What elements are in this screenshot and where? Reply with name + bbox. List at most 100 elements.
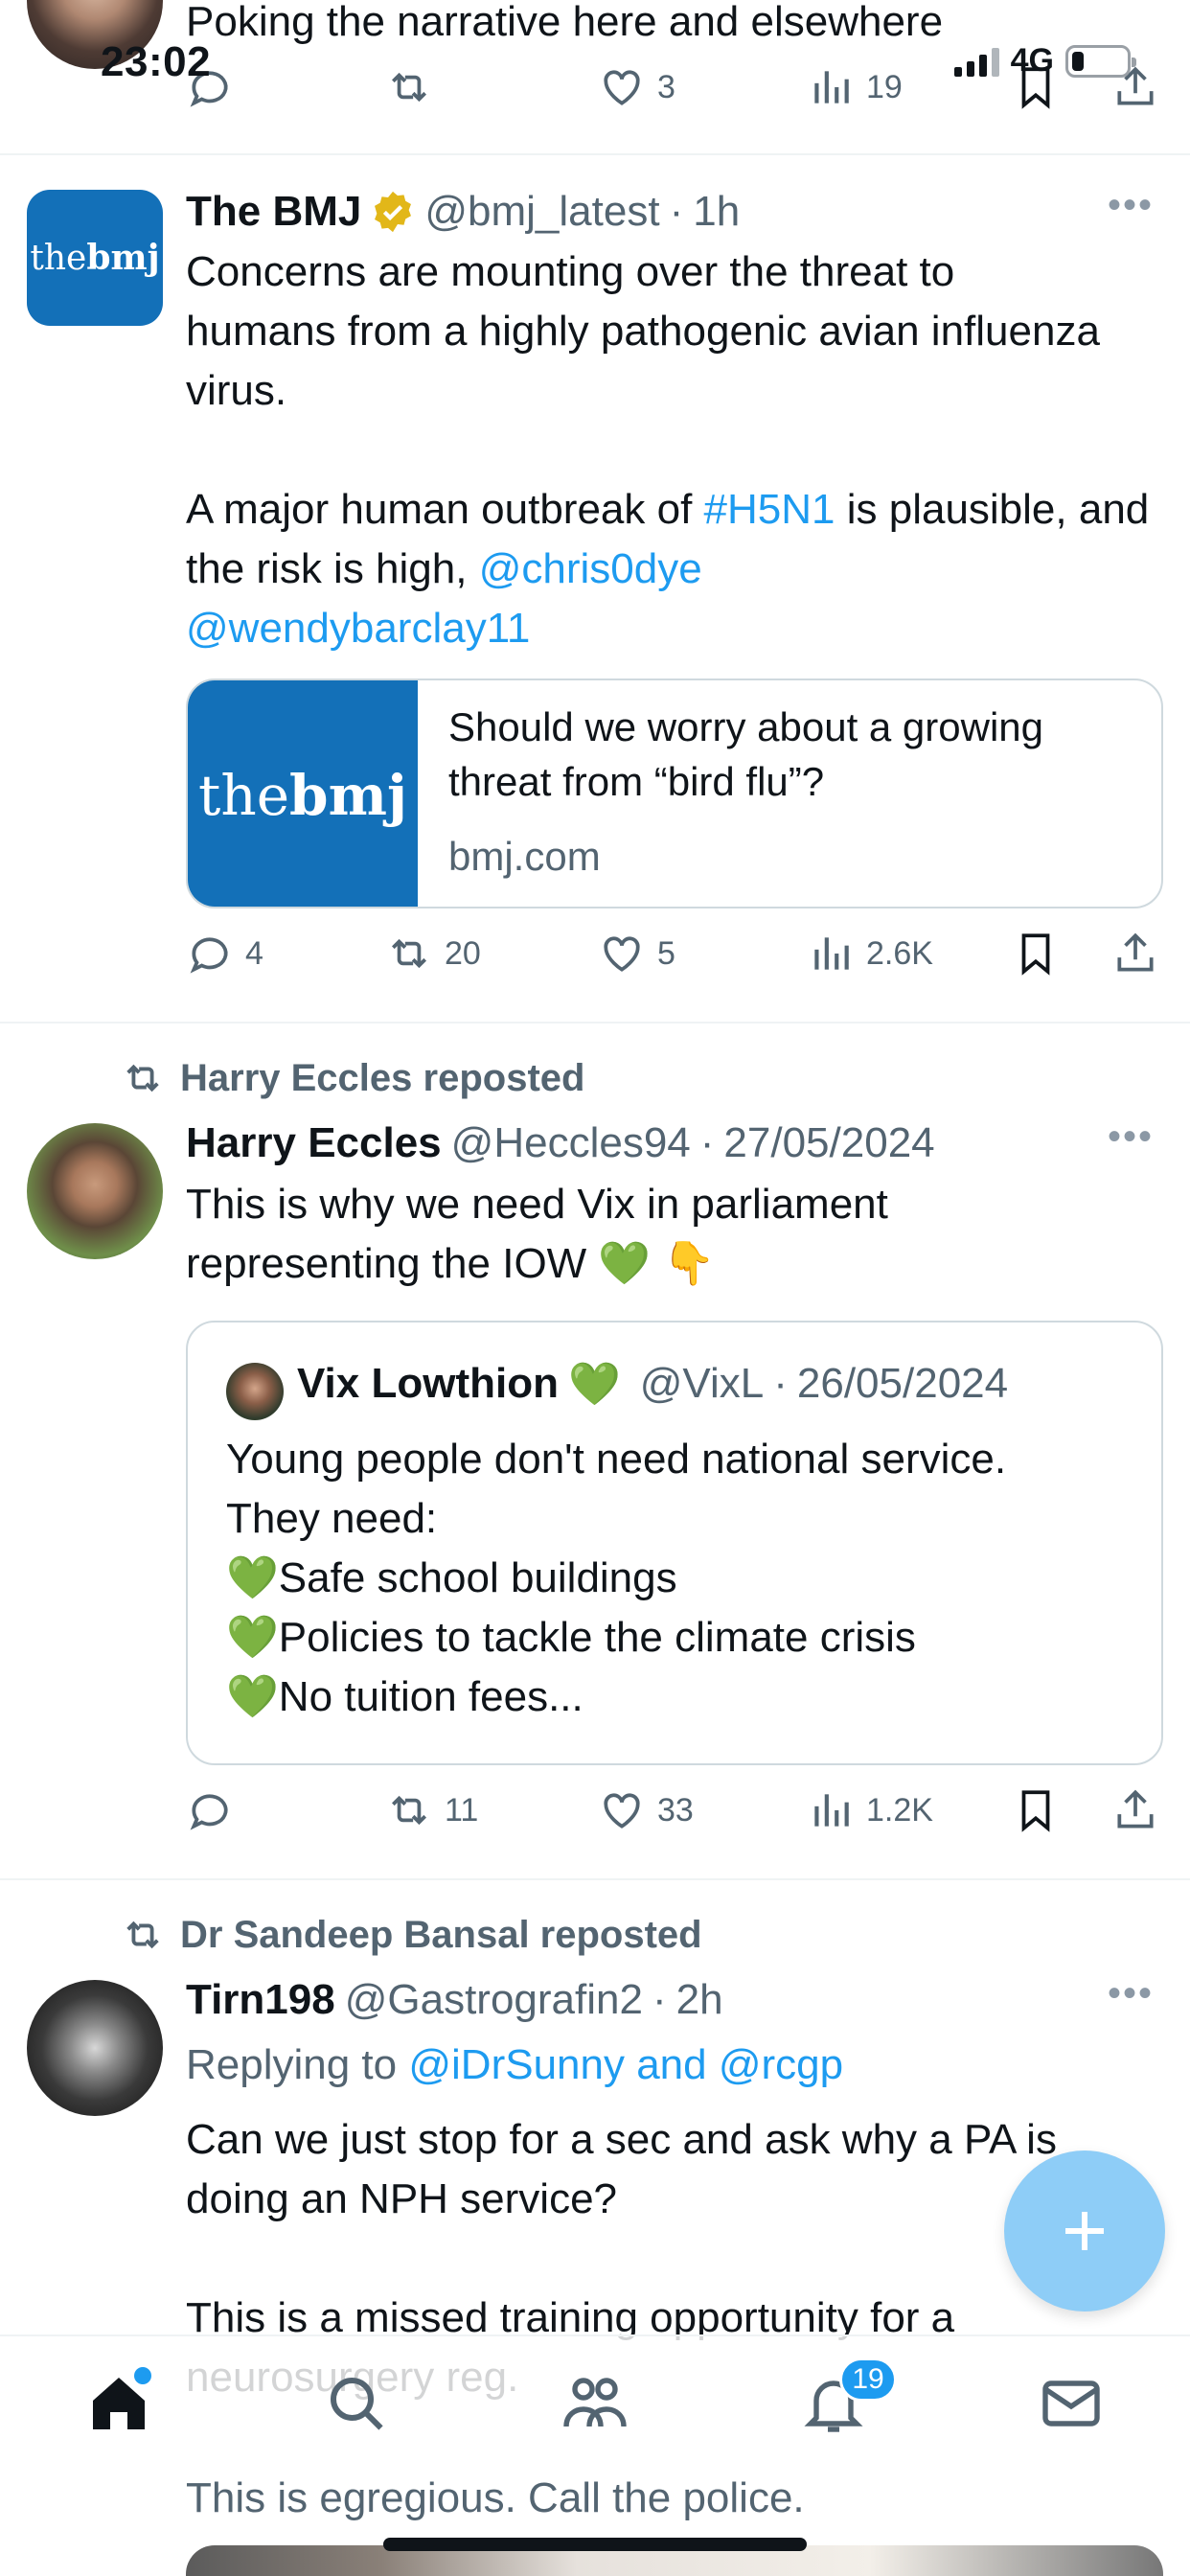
bookmark-icon	[1021, 933, 1050, 976]
quoted-time: 26/05/2024	[796, 1360, 1009, 1407]
heart-icon	[604, 936, 640, 972]
repost-label[interactable]: Harry Eccles reposted	[180, 1057, 584, 1100]
retweet-button[interactable]: 11	[385, 1786, 478, 1834]
battery-icon	[1065, 44, 1136, 78]
nav-home[interactable]	[84, 2367, 153, 2438]
reply-button[interactable]	[186, 1786, 234, 1834]
author-handle[interactable]: @Gastrografin2	[345, 1976, 643, 2024]
pointing-down-emoji: 👇	[662, 1240, 716, 1287]
retweet-count: 11	[445, 1791, 479, 1828]
tweet-time[interactable]: 1h	[693, 188, 740, 236]
bookmark-icon	[1021, 1790, 1050, 1832]
card-logo-bmj: bmj	[289, 763, 407, 828]
more-options-icon[interactable]: •••	[1108, 1972, 1154, 2015]
tweet-paragraph: A major human outbreak of #H5N1 is plaus…	[186, 480, 1163, 658]
quoted-avatar	[226, 1363, 284, 1420]
dot-separator: ·	[699, 1119, 715, 1166]
replying-to: Replying to @iDrSunny and @rcgp	[186, 2036, 843, 2095]
green-heart-emoji: 💚	[567, 1361, 621, 1408]
status-time: 23:02	[101, 38, 212, 85]
heart-icon	[604, 70, 640, 105]
list-item-text: Safe school buildings	[278, 1554, 677, 1601]
share-icon	[1117, 1789, 1154, 1828]
reply-count: 4	[245, 934, 263, 972]
quoted-list-item: 💚No tuition fees...	[226, 1668, 1146, 1727]
more-options-icon[interactable]: •••	[1108, 184, 1154, 227]
view-count: 2.6K	[866, 934, 933, 972]
card-logo-the: the	[198, 763, 290, 828]
tweet-header: Tirn198 @Gastrografin2 · 2h	[186, 1968, 723, 2032]
like-button[interactable]: 3	[598, 63, 675, 111]
new-posts-dot	[134, 2367, 151, 2384]
quoted-tweet[interactable]: Vix Lowthion 💚 @VixL · 26/05/2024 Young …	[186, 1321, 1163, 1765]
tweet-paragraph: Concerns are mounting over the threat to…	[186, 248, 1100, 414]
dot-separator: ·	[773, 1360, 788, 1407]
bottom-nav	[0, 2334, 1190, 2469]
nav-messages[interactable]	[1037, 2369, 1106, 2438]
views-button[interactable]: 19	[807, 63, 903, 111]
bookmark-button[interactable]	[1012, 1786, 1060, 1834]
retweet-icon	[392, 1795, 426, 1826]
dot-separator: ·	[669, 188, 684, 235]
like-button[interactable]: 33	[598, 1786, 694, 1834]
network-type: 4G	[1010, 42, 1054, 79]
author-handle[interactable]: @Heccles94	[451, 1119, 691, 1167]
nav-search[interactable]	[322, 2369, 391, 2438]
quoted-author-handle: @VixL	[639, 1360, 765, 1407]
tweet-time[interactable]: 27/05/2024	[723, 1119, 934, 1167]
view-count: 19	[866, 68, 903, 105]
quoted-line: They need:	[226, 1495, 438, 1542]
list-item-text: No tuition fees...	[278, 1673, 584, 1720]
replying-to-link[interactable]: @iDrSunny and @rcgp	[408, 2041, 843, 2088]
views-icon	[814, 937, 849, 970]
avatar-logo-the: the	[30, 238, 87, 278]
tweet-text: Poking the narrative here and elsewhere	[186, 0, 944, 45]
author-handle[interactable]: @bmj_latest	[424, 188, 659, 236]
tweet-header: The BMJ @bmj_latest · 1h	[186, 180, 740, 243]
tweet-text: This is why we need Vix in parliament re…	[186, 1175, 1010, 1294]
bookmark-button[interactable]	[1012, 930, 1060, 978]
divider	[0, 153, 1190, 155]
nav-communities[interactable]	[561, 2369, 629, 2438]
notifications-badge: 19	[839, 2358, 897, 2402]
views-icon	[814, 71, 849, 104]
retweet-button[interactable]	[385, 63, 433, 111]
retweet-icon	[126, 1064, 159, 1092]
card-thumbnail: the bmj	[188, 680, 418, 907]
tweet-time[interactable]: 2h	[676, 1976, 723, 2024]
more-options-icon[interactable]: •••	[1108, 1116, 1154, 1159]
reply-icon	[190, 937, 228, 974]
mention-link[interactable]: @wendybarclay11	[186, 605, 530, 652]
quoted-line: Young people don't need national service…	[226, 1436, 1007, 1483]
repost-label[interactable]: Dr Sandeep Bansal reposted	[180, 1914, 702, 1957]
avatar[interactable]	[27, 1123, 163, 1259]
views-button[interactable]: 1.2K	[807, 1786, 933, 1834]
divider	[0, 1022, 1190, 1024]
compose-button[interactable]	[1004, 2150, 1165, 2312]
retweet-button[interactable]: 20	[385, 930, 481, 978]
mention-link[interactable]: @chris0dye	[479, 545, 702, 592]
hashtag-link[interactable]: #H5N1	[704, 486, 835, 533]
share-button[interactable]	[1111, 930, 1159, 978]
avatar[interactable]	[27, 1980, 163, 2116]
like-button[interactable]: 5	[598, 930, 675, 978]
author-name[interactable]: Harry Eccles	[186, 1119, 442, 1167]
reply-icon	[190, 1794, 228, 1830]
retweet-icon	[392, 938, 426, 969]
tweet-paragraph: Can we just stop for a sec and ask why a…	[186, 2116, 1057, 2222]
tweet-actions: 11 33 1.2K	[186, 1786, 1154, 1844]
share-button[interactable]	[1111, 1786, 1159, 1834]
avatar[interactable]: the bmj	[27, 190, 163, 326]
share-icon	[1117, 932, 1154, 972]
reply-button[interactable]: 4	[186, 930, 263, 978]
views-button[interactable]: 2.6K	[807, 930, 933, 978]
repost-indicator: Harry Eccles reposted	[121, 1056, 584, 1100]
views-icon	[814, 1794, 849, 1827]
tweet-text-part: A major human outbreak of	[186, 486, 704, 533]
author-name[interactable]: Tirn198	[186, 1976, 335, 2024]
quoted-header: Vix Lowthion 💚 @VixL · 26/05/2024	[297, 1359, 1008, 1409]
author-name[interactable]: The BMJ	[186, 188, 361, 236]
mail-icon	[1042, 2380, 1100, 2426]
link-card[interactable]: the bmj Should we worry about a growing t…	[186, 678, 1163, 908]
quoted-author-name: Vix Lowthion	[297, 1360, 559, 1407]
